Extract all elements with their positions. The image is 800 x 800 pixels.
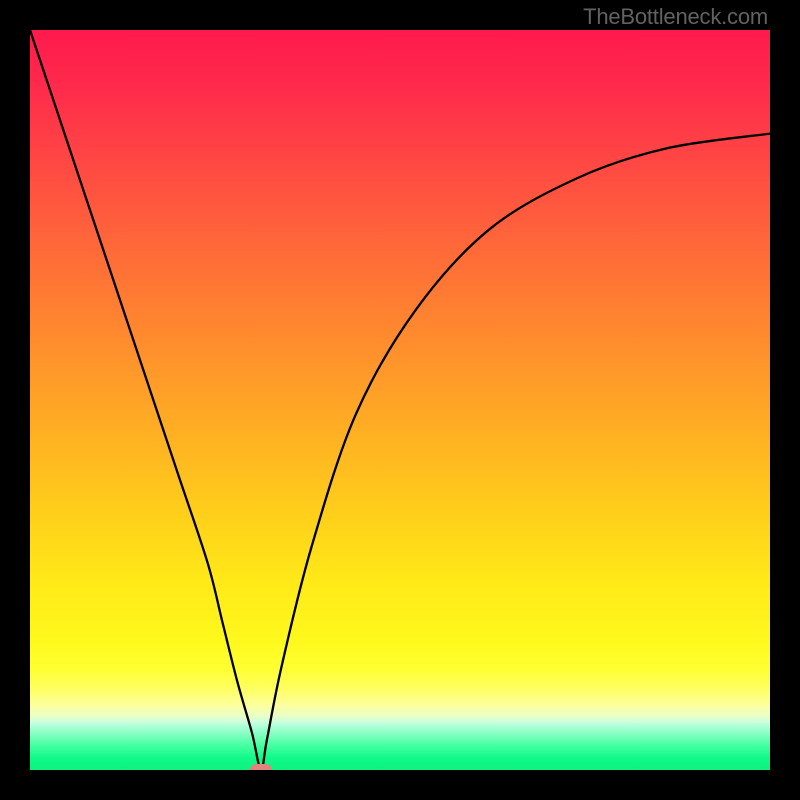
plot-area [30, 30, 770, 770]
trough-marker [250, 764, 272, 770]
attribution-label: TheBottleneck.com [583, 4, 768, 30]
background-gradient-bottom [30, 723, 770, 770]
background-gradient-main [30, 30, 770, 723]
chart-frame: TheBottleneck.com [0, 0, 800, 800]
